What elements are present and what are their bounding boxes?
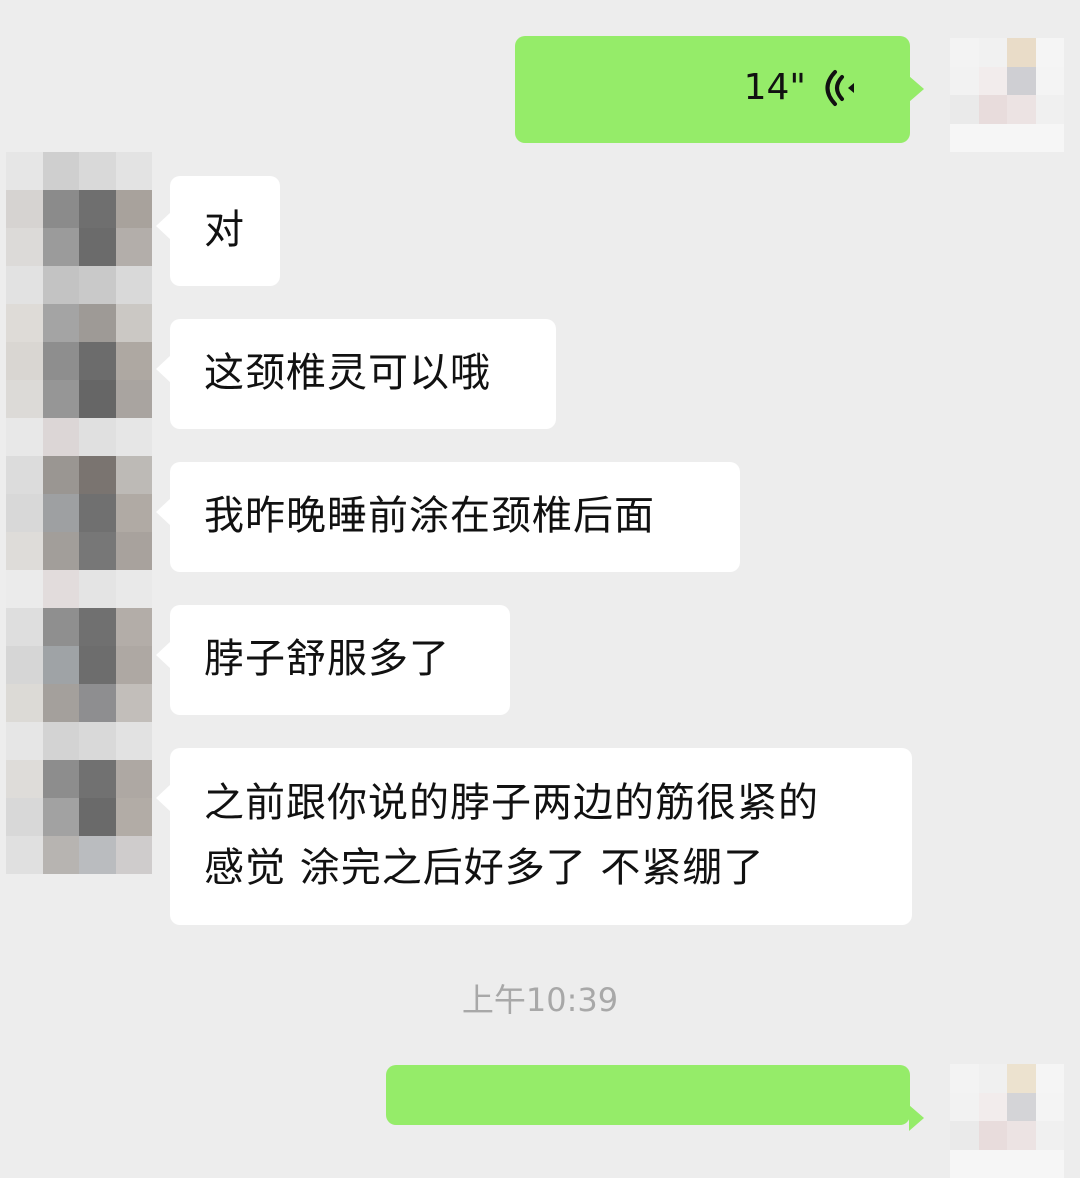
message-text: 这颈椎灵可以哦 bbox=[204, 350, 491, 396]
message-text: 对 bbox=[204, 207, 245, 253]
chat-view: 14" 对 这颈椎灵可以哦 我昨晚睡前涂在颈椎后面 脖子舒服多了 之前跟你说的脖… bbox=[0, 0, 1080, 1178]
voice-wave-icon bbox=[824, 68, 864, 108]
my-avatar[interactable] bbox=[950, 1064, 1064, 1178]
contact-avatar[interactable] bbox=[6, 152, 152, 874]
incoming-message-bubble[interactable]: 之前跟你说的脖子两边的筋很紧的 感觉 涂完之后好多了 不紧绷了 bbox=[156, 748, 912, 925]
voice-message-bubble[interactable]: 14" bbox=[515, 36, 924, 143]
outgoing-message-bubble[interactable] bbox=[386, 1065, 924, 1131]
voice-duration: 14" bbox=[743, 67, 806, 108]
message-text: 我昨晚睡前涂在颈椎后面 bbox=[204, 493, 655, 539]
incoming-message-bubble[interactable]: 对 bbox=[156, 176, 280, 286]
outgoing-voice-message: 14" bbox=[0, 0, 1080, 160]
message-text: 脖子舒服多了 bbox=[204, 636, 450, 682]
timestamp-divider: 上午10:39 bbox=[461, 981, 619, 1019]
message-text-line-2: 感觉 涂完之后好多了 不紧绷了 bbox=[204, 845, 765, 891]
my-avatar[interactable] bbox=[950, 38, 1064, 152]
incoming-message-bubble[interactable]: 脖子舒服多了 bbox=[156, 605, 510, 715]
incoming-message-bubble[interactable]: 我昨晚睡前涂在颈椎后面 bbox=[156, 462, 740, 572]
incoming-message-bubble[interactable]: 这颈椎灵可以哦 bbox=[156, 319, 556, 429]
message-text-line-1: 之前跟你说的脖子两边的筋很紧的 bbox=[204, 780, 819, 826]
